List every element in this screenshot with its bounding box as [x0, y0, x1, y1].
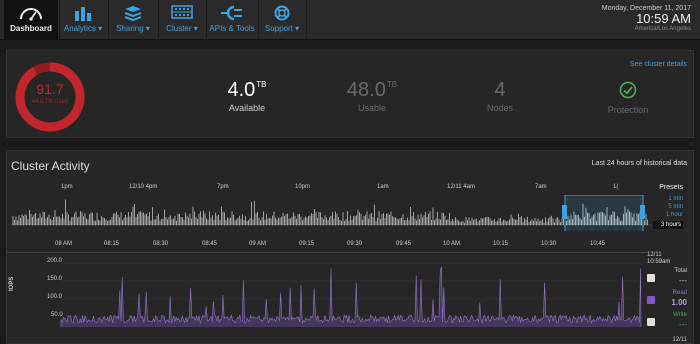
nav-cluster-label: Cluster ▾	[166, 24, 198, 33]
presets-label: Presets	[659, 184, 683, 191]
overview-activity-bars	[12, 199, 648, 225]
preset-1-min[interactable]: 1 min	[653, 195, 683, 203]
history-note: Last 24 hours of historical data	[591, 160, 687, 167]
time-tick: 09:15	[299, 241, 315, 247]
check-circle-icon	[619, 81, 637, 99]
lifebuoy-icon	[274, 5, 290, 21]
nodes-value: 4	[494, 79, 506, 101]
total-checkbox[interactable]	[647, 274, 655, 282]
donut-label: 91.7 44.0 TB Used	[12, 59, 88, 135]
nav-dashboard-label: Dashboard	[10, 24, 52, 33]
time-tick: 08 AM	[55, 241, 73, 247]
legend-date: 12/11	[647, 252, 662, 258]
server-icon	[171, 5, 193, 19]
nav-analytics-label: Analytics ▾	[63, 24, 103, 33]
nav-support-label: Support ▾	[264, 24, 300, 33]
legend-write-name: Write	[673, 312, 687, 318]
nav-sharing-label: Sharing ▾	[116, 24, 150, 33]
legend-read-value: 1.00	[671, 298, 687, 307]
range-handle-right[interactable]	[640, 205, 645, 219]
see-cluster-details-link[interactable]: See cluster details	[630, 61, 687, 68]
plug-icon	[221, 5, 242, 21]
preset-3-hours[interactable]: 3 hours	[653, 221, 683, 229]
top-tick: 7am	[535, 184, 547, 190]
time-tick: 08:30	[153, 241, 169, 247]
nodes-metric: 4 Nodes	[455, 79, 545, 113]
range-handle-left[interactable]	[562, 205, 567, 219]
top-tick: 12/10 4pm	[129, 184, 158, 190]
overview-timeline[interactable]	[11, 195, 651, 231]
available-value: 4.0	[227, 79, 256, 101]
nav-sharing[interactable]: Sharing ▾	[109, 0, 157, 40]
time-tick: 10 AM	[443, 241, 461, 247]
nodes-label: Nodes	[486, 103, 513, 113]
time-tick: 08:15	[104, 241, 120, 247]
iops-axis-label: IOPS	[9, 276, 15, 291]
time-tick: 10:45	[590, 241, 606, 247]
legend-read-name: Read	[672, 290, 687, 296]
capacity-summary: 91.7 44.0 TB Used 4.0TB Available 48.0TB…	[6, 50, 694, 138]
time-tick: 09 AM	[249, 241, 267, 247]
stack-icon	[124, 6, 142, 21]
current-time: 10:59 AM	[636, 11, 691, 26]
read-iops-series	[60, 266, 642, 328]
top-tick: 10pm	[295, 184, 311, 190]
time-tick: 09:45	[396, 241, 412, 247]
legend-read: Read 1.00	[647, 290, 687, 310]
iops-chart[interactable]	[31, 257, 647, 333]
date-time: Monday, December 11, 2017 10:59 AM Ameri…	[602, 5, 691, 32]
timezone: America/Los Angeles	[634, 26, 691, 32]
legend-total-name: Total	[674, 268, 687, 274]
bar-chart-icon	[75, 7, 91, 21]
usable-value: 48.0	[346, 79, 386, 101]
presets: Presets 1 min 5 min 1 hour 3 hours	[653, 184, 683, 229]
used-percent: 91.7	[36, 81, 64, 97]
write-checkbox[interactable]	[647, 318, 655, 326]
top-nav: Dashboard Analytics ▾ Sharing ▾ Cluster …	[0, 0, 700, 40]
nav-cluster[interactable]: Cluster ▾	[159, 0, 205, 40]
range-selector[interactable]	[564, 195, 644, 231]
read-checkbox[interactable]	[647, 296, 655, 304]
legend-total-value: ---	[679, 276, 687, 285]
top-tick: 1(	[613, 184, 619, 190]
preset-5-min[interactable]: 5 min	[653, 203, 683, 211]
chart-legend: 12/11 10:59am Total --- Read 1.00 Write …	[647, 252, 687, 332]
nav-dashboard[interactable]: Dashboard	[4, 0, 58, 40]
usable-unit: TB	[386, 80, 398, 89]
cluster-activity-panel: Cluster Activity Last 24 hours of histor…	[6, 150, 694, 344]
available-metric: 4.0TB Available	[202, 79, 292, 113]
nav-apis-tools-label: APIs & Tools	[209, 24, 255, 33]
protection-label: Protection	[607, 105, 649, 115]
usable-label: Usable	[357, 103, 386, 113]
protection-metric: Protection	[583, 81, 673, 115]
top-tick: 12/11 4am	[447, 184, 475, 190]
top-tick: 1am	[377, 184, 389, 190]
usable-metric: 48.0TB Usable	[327, 79, 417, 113]
legend-write: Write ---	[647, 312, 687, 332]
time-tick: 08:45	[202, 241, 218, 247]
nav-analytics[interactable]: Analytics ▾	[60, 0, 106, 40]
time-tick: 09:30	[347, 241, 363, 247]
used-amount: 44.0 TB Used	[31, 99, 69, 105]
bottom-date: 12/11	[672, 337, 687, 343]
available-label: Available	[228, 103, 266, 113]
nav-support[interactable]: Support ▾	[259, 0, 305, 40]
available-unit: TB	[256, 80, 267, 89]
top-tick: 1pm	[61, 184, 73, 190]
preset-1-hour[interactable]: 1 hour	[653, 211, 683, 219]
time-tick: 10:15	[493, 241, 509, 247]
activity-title: Cluster Activity	[11, 159, 90, 173]
legend-time: 10:59am	[647, 259, 671, 265]
gauge-icon	[20, 8, 42, 21]
nav-apis-tools[interactable]: APIs & Tools	[207, 0, 257, 40]
top-tick: 7pm	[217, 184, 229, 190]
time-tick: 10:30	[541, 241, 557, 247]
legend-write-value: ---	[679, 320, 687, 329]
legend-total: Total ---	[647, 268, 687, 288]
